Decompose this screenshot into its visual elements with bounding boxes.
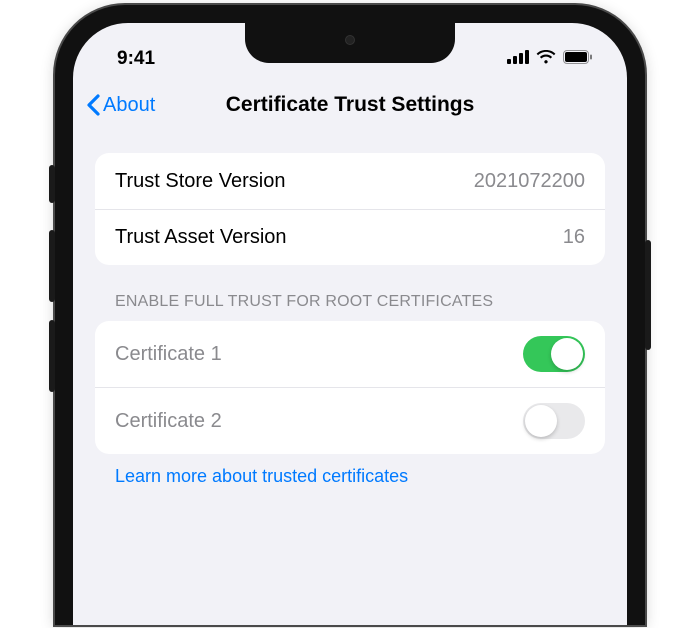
- certificate-label: Certificate 2: [115, 410, 222, 433]
- row-value: 16: [563, 226, 585, 249]
- screen: 9:41 About Certificate Trust Se: [73, 23, 627, 625]
- side-button-vol-down: [49, 320, 55, 392]
- certificate-row-2: Certificate 2: [95, 387, 605, 454]
- certificate-row-1: Certificate 1: [95, 321, 605, 387]
- trust-asset-version-row: Trust Asset Version 16: [95, 209, 605, 265]
- wifi-icon: [536, 48, 556, 70]
- certificate-1-toggle[interactable]: [523, 336, 585, 372]
- trust-store-version-row: Trust Store Version 2021072200: [95, 153, 605, 209]
- row-value: 2021072200: [474, 170, 585, 193]
- certificate-2-toggle[interactable]: [523, 403, 585, 439]
- navigation-bar: About Certificate Trust Settings: [73, 79, 627, 135]
- front-camera: [345, 35, 355, 45]
- notch: [245, 23, 455, 63]
- learn-more-link[interactable]: Learn more about trusted certificates: [95, 454, 605, 499]
- chevron-left-icon: [85, 93, 101, 117]
- info-group: Trust Store Version 2021072200 Trust Ass…: [95, 153, 605, 265]
- side-button-mute: [49, 165, 55, 203]
- status-time: 9:41: [117, 48, 155, 70]
- back-label: About: [103, 94, 155, 117]
- certificate-label: Certificate 1: [115, 343, 222, 366]
- side-button-power: [645, 240, 651, 350]
- page-title: Certificate Trust Settings: [226, 93, 475, 117]
- content-area: Trust Store Version 2021072200 Trust Ass…: [73, 135, 627, 499]
- battery-icon: [563, 48, 593, 70]
- device-frame: 9:41 About Certificate Trust Se: [55, 5, 645, 625]
- side-button-vol-up: [49, 230, 55, 302]
- cellular-icon: [507, 48, 529, 70]
- back-button[interactable]: About: [85, 93, 155, 117]
- section-header: ENABLE FULL TRUST FOR ROOT CERTIFICATES: [95, 265, 605, 321]
- certificates-group: Certificate 1 Certificate 2: [95, 321, 605, 454]
- row-label: Trust Asset Version: [115, 226, 287, 249]
- row-label: Trust Store Version: [115, 170, 285, 193]
